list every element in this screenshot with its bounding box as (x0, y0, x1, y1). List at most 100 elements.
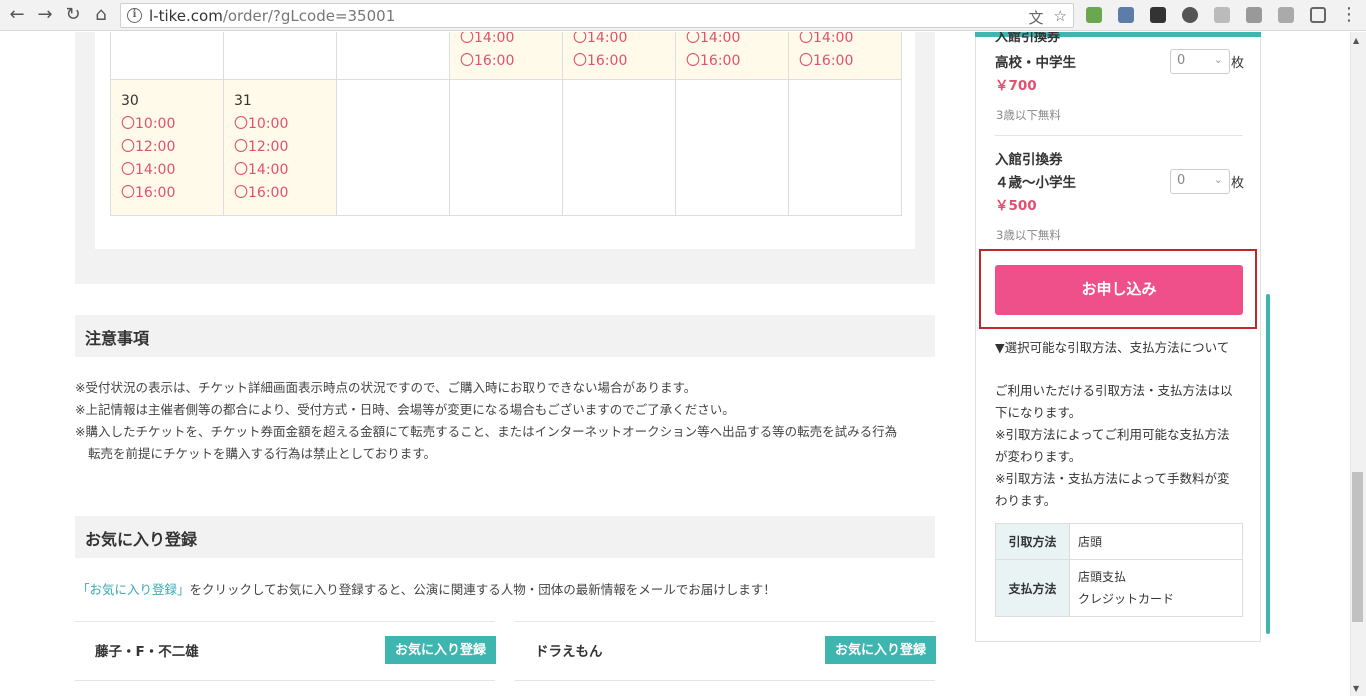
quantity-value: 0 (1177, 173, 1186, 188)
methods-desc-line: わります。 (995, 493, 1057, 508)
divider (515, 621, 935, 622)
methods-desc-line: ※引取方法・支払方法によって手数料が変 (995, 471, 1230, 486)
apply-button[interactable]: お申し込み (995, 265, 1243, 315)
time-slot[interactable]: 〇12:00 (234, 136, 326, 159)
ticket-type-title: 高校・中学生 (995, 55, 1076, 71)
menu-icon[interactable]: ⋮ (1338, 4, 1360, 26)
ticket-category-title: 入館引換券 (995, 152, 1063, 168)
quantity-unit: 枚 (1231, 56, 1245, 71)
calendar-cell-empty (336, 32, 450, 80)
browser-toolbar: ← → ↻ ⌂ i l-tike.com/order/?gLcode=35001… (0, 0, 1366, 31)
methods-desc-line: ご利用いただける引取方法・支払方法は以 (995, 383, 1233, 398)
calendar-cell[interactable]: 30 〇10:00 〇12:00 〇14:00 〇16:00 (110, 79, 224, 216)
payment-method-label: 支払方法 (995, 559, 1070, 617)
notice-line: ※上記情報は主催者側等の都合により、受付方式・日時、会場等が変更になる場合もござ… (75, 402, 735, 417)
time-slot[interactable]: 〇14:00 (121, 159, 213, 182)
methods-desc-line: ※引取方法によってご利用可能な支払方法 (995, 427, 1230, 442)
time-slot[interactable]: 〇16:00 (799, 50, 891, 73)
time-slot[interactable]: 〇12:00 (121, 136, 213, 159)
time-slot[interactable]: 〇10:00 (121, 113, 213, 136)
info-icon[interactable]: i (127, 8, 142, 23)
calendar-cell[interactable]: 〇14:00 〇16:00 (675, 32, 789, 80)
quantity-select[interactable]: 0 ⌄ (1170, 169, 1230, 194)
page-content: 〇14:00 〇16:00 〇14:00 〇16:00 〇14:00 〇16:0… (0, 32, 1350, 696)
url-path: /order/?gLcode=35001 (222, 7, 396, 25)
home-icon[interactable]: ⌂ (90, 4, 112, 26)
methods-desc-line: が変わります。 (995, 449, 1082, 464)
divider (515, 680, 935, 681)
chevron-down-icon: ⌄ (1213, 173, 1223, 186)
scroll-up-icon[interactable]: ▲ (1353, 36, 1359, 45)
time-slot[interactable]: 〇14:00 (799, 32, 891, 50)
calendar-cell[interactable]: 31 〇10:00 〇12:00 〇14:00 〇16:00 (223, 79, 337, 216)
ticket-price: ￥700 (995, 78, 1037, 94)
bookmark-star-icon[interactable]: ☆ (1054, 7, 1067, 28)
notice-line: ※購入したチケットを、チケット券面金額を超える金額にて転売すること、またはインタ… (75, 424, 898, 439)
extension-icon[interactable] (1118, 7, 1134, 23)
time-slot[interactable]: 〇16:00 (686, 50, 778, 73)
favorite-item-name: ドラえもん (535, 644, 603, 660)
time-slot[interactable]: 〇14:00 (573, 32, 665, 50)
methods-heading[interactable]: ▼選択可能な引取方法、支払方法について (995, 337, 1245, 359)
url-text[interactable]: l-tike.com/order/?gLcode=35001 (149, 7, 395, 25)
time-slot[interactable]: 〇16:00 (573, 50, 665, 73)
forward-icon[interactable]: → (34, 4, 56, 26)
cast-icon[interactable] (1310, 7, 1326, 23)
calendar-cell[interactable]: 〇14:00 〇16:00 (788, 32, 902, 80)
time-slot[interactable]: 〇10:00 (234, 113, 326, 136)
ticket-category-title: 入館引換券 (995, 32, 1061, 45)
extension-icon[interactable] (1246, 7, 1262, 23)
scroll-down-icon[interactable]: ▼ (1353, 684, 1359, 693)
url-host: l-tike.com (149, 7, 223, 25)
time-slot[interactable]: 〇14:00 (460, 32, 552, 50)
extension-icon[interactable] (1214, 7, 1230, 23)
translate-icon[interactable]: 文 (1029, 7, 1044, 28)
address-bar[interactable]: i l-tike.com/order/?gLcode=35001 文 ☆ (120, 3, 1074, 28)
extension-icon[interactable] (1278, 7, 1294, 23)
add-favorite-button[interactable]: お気に入り登録 (825, 636, 936, 664)
divider (995, 135, 1243, 136)
time-slot[interactable]: 〇14:00 (234, 159, 326, 182)
methods-desc-line: 下になります。 (995, 405, 1082, 420)
calendar-table: 〇14:00 〇16:00 〇14:00 〇16:00 〇14:00 〇16:0… (110, 32, 902, 216)
calendar-cell-empty (788, 79, 902, 216)
pickup-method-label: 引取方法 (995, 523, 1070, 560)
favorites-heading: お気に入り登録 (75, 516, 935, 558)
quantity-value: 0 (1177, 53, 1186, 68)
panel-scrollbar[interactable] (1266, 294, 1270, 634)
extension-icon[interactable] (1086, 7, 1102, 23)
time-slot[interactable]: 〇16:00 (234, 182, 326, 205)
calendar-cell[interactable]: 〇14:00 〇16:00 (449, 32, 563, 80)
extension-icon[interactable] (1150, 7, 1166, 23)
method-table: 引取方法 店頭 支払方法 店頭支払 クレジットカード (995, 523, 1243, 617)
notice-line: ※受付状況の表示は、チケット詳細画面表示時点の状況ですので、ご購入時にお取りでき… (75, 380, 697, 395)
divider (75, 621, 495, 622)
time-slot[interactable]: 〇14:00 (686, 32, 778, 50)
add-favorite-button[interactable]: お気に入り登録 (385, 636, 496, 664)
time-slot[interactable]: 〇16:00 (460, 50, 552, 73)
calendar-cell-empty (110, 32, 224, 80)
ticket-note: 3歳以下無料 (996, 228, 1061, 242)
notices-list: ※受付状況の表示は、チケット詳細画面表示時点の状況ですので、ご購入時にお取りでき… (75, 377, 897, 465)
ticket-type-title: ４歳～小学生 (995, 175, 1076, 191)
chevron-down-icon: ⌄ (1213, 53, 1223, 66)
payment-option: 店頭支払 (1078, 570, 1127, 584)
calendar-cell-empty (449, 79, 563, 216)
calendar-cell-empty (223, 32, 337, 80)
favorites-link[interactable]: 「お気に入り登録」 (77, 582, 190, 597)
notice-line: 転売を前提にチケットを購入する行為は禁止としております。 (88, 446, 437, 461)
time-slot[interactable]: 〇16:00 (121, 182, 213, 205)
payment-method-value: 店頭支払 クレジットカード (1069, 559, 1243, 617)
favorites-desc-text: をクリックしてお気に入り登録すると、公演に関連する人物・団体の最新情報をメールで… (189, 582, 776, 597)
pickup-method-value: 店頭 (1069, 523, 1243, 560)
ticket-price: ￥500 (995, 198, 1037, 214)
methods-description: ご利用いただける引取方法・支払方法は以 下になります。 ※引取方法によってご利用… (995, 380, 1245, 512)
extension-icon[interactable] (1182, 7, 1198, 23)
back-icon[interactable]: ← (6, 4, 28, 26)
scrollbar-thumb[interactable] (1352, 472, 1363, 622)
calendar-cell-empty (675, 79, 789, 216)
payment-option: クレジットカード (1078, 592, 1175, 606)
reload-icon[interactable]: ↻ (62, 4, 84, 26)
quantity-select[interactable]: 0 ⌄ (1170, 49, 1230, 74)
calendar-cell[interactable]: 〇14:00 〇16:00 (562, 32, 676, 80)
